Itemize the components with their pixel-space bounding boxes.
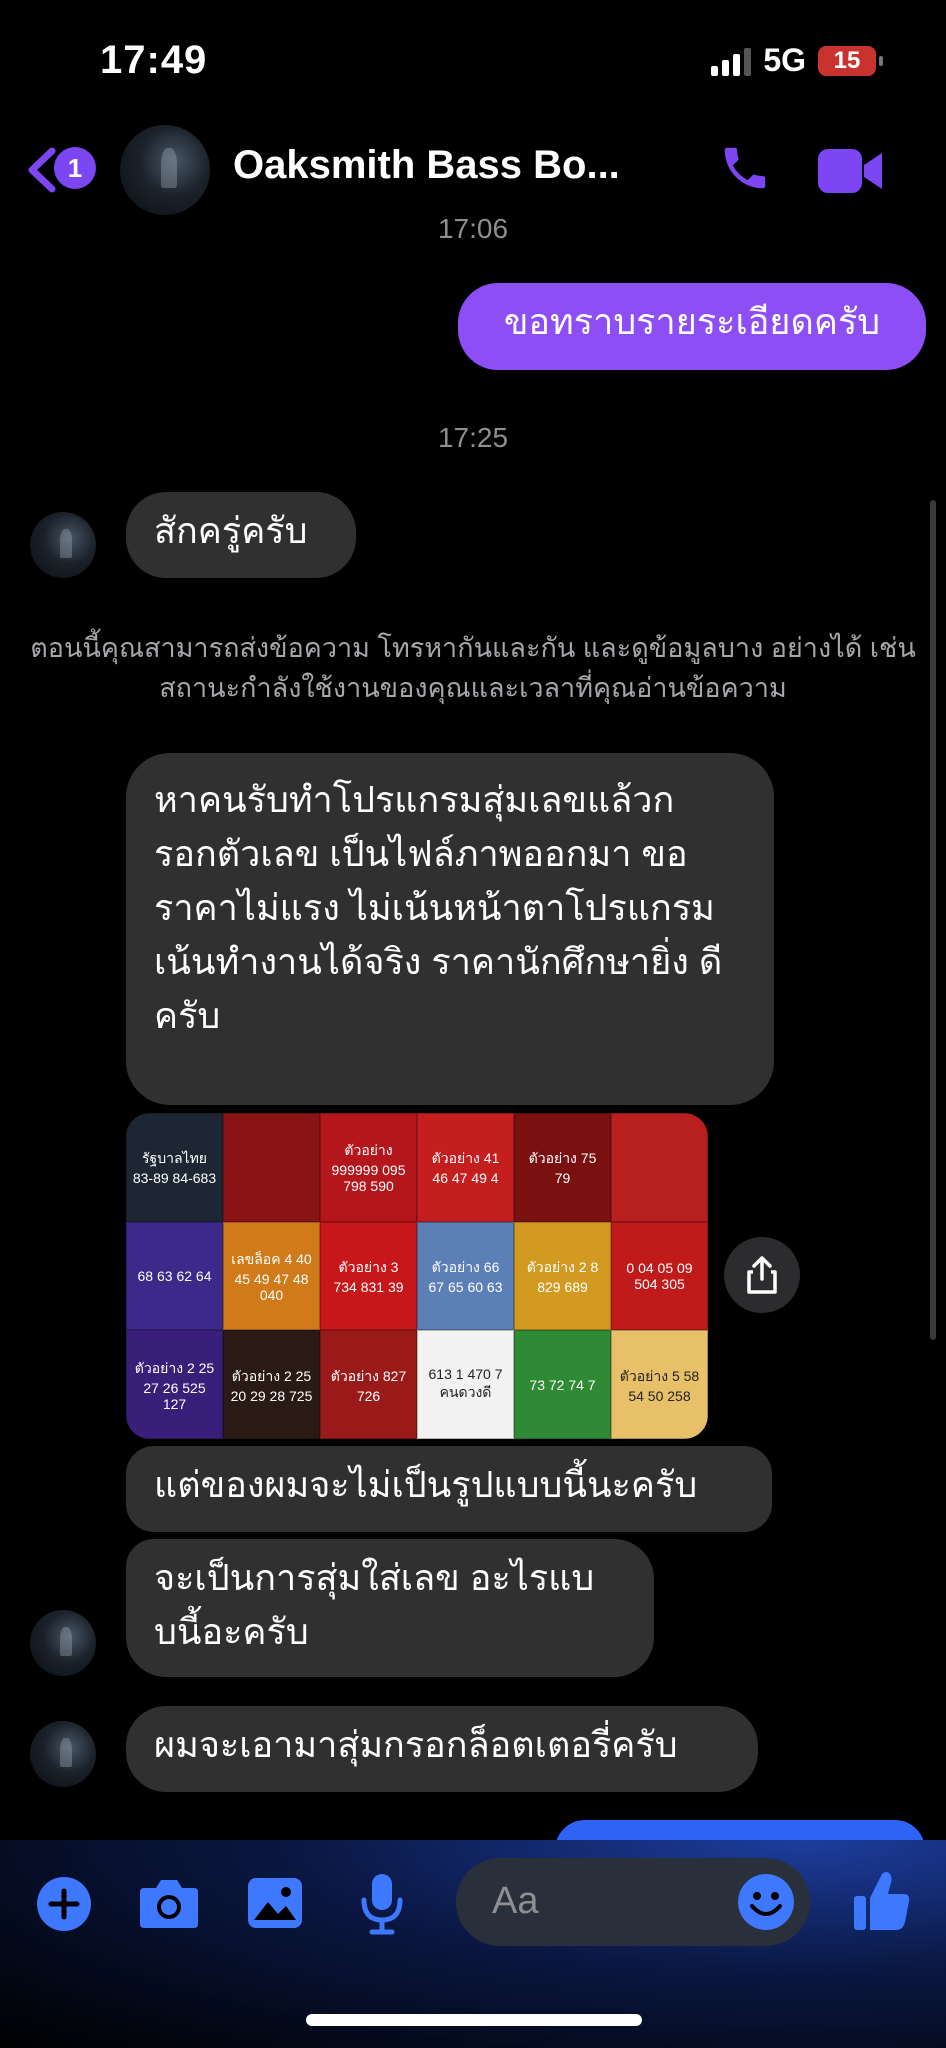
thumbs-up-icon[interactable] <box>852 1868 912 1932</box>
image-tile-text: ตัวอย่าง 5 58 54 50 258 <box>619 1367 700 1404</box>
chat-header: 1 Oaksmith Bass Bo... <box>0 115 946 225</box>
image-tile-text: ตัวอย่าง 2 8 829 689 <box>526 1258 599 1295</box>
incoming-message[interactable]: ผมจะเอามาสุ่มกรอกล็อตเตอรี่ครับ <box>126 1706 758 1792</box>
image-tile-text: รัฐบาลไทย 83-89 84-683 <box>132 1150 217 1187</box>
image-tile-text: ตัวอย่าง 999999 095 798 590 <box>331 1142 406 1195</box>
sender-avatar[interactable] <box>30 1610 96 1676</box>
sender-avatar[interactable] <box>30 512 96 578</box>
status-indicators: 5G 15 <box>711 42 883 79</box>
image-tile: ตัวอย่าง 999999 095 798 590 <box>320 1113 417 1222</box>
contact-avatar[interactable] <box>120 125 210 215</box>
timestamp: 17:06 <box>437 213 509 244</box>
incoming-message[interactable]: จะเป็นการสุ่มใส่เลข อะไรแบ บนี้อะครับ <box>126 1539 654 1677</box>
timestamp: 17:25 <box>437 422 509 453</box>
image-tile-text <box>268 1163 276 1171</box>
sender-avatar[interactable] <box>30 1721 96 1787</box>
image-tile: ตัวอย่าง 2 8 829 689 <box>514 1221 611 1331</box>
image-tile-text: ตัวอย่าง 827 726 <box>330 1367 407 1404</box>
incoming-message[interactable]: หาคนรับทำโปรแกรมสุ่มเลขแล้วก รอกตัวเลข เ… <box>126 753 774 1105</box>
plus-icon[interactable] <box>36 1876 92 1932</box>
incoming-message[interactable]: แต่ของผมจะไม่เป็นรูปแบบนี้นะครับ <box>126 1446 772 1532</box>
image-tile: ตัวอย่าง 75 79 <box>514 1113 611 1222</box>
image-tile <box>611 1113 708 1222</box>
image-tile-text: ตัวอย่าง 2 25 20 29 28 725 <box>230 1367 313 1404</box>
scrollbar[interactable] <box>930 500 936 1340</box>
image-tile: รัฐบาลไทย 83-89 84-683 <box>126 1113 223 1222</box>
image-tile: 0 04 05 09 504 305 <box>611 1221 708 1331</box>
unread-badge[interactable]: 1 <box>54 147 96 189</box>
camera-icon[interactable] <box>138 1876 200 1930</box>
contact-name[interactable]: Oaksmith Bass Bo... <box>233 143 620 188</box>
status-time: 17:49 <box>100 38 208 82</box>
share-icon <box>747 1256 777 1294</box>
message-input[interactable]: Aa <box>456 1858 810 1946</box>
image-tile: ตัวอย่าง 66 67 65 60 63 <box>417 1221 514 1331</box>
image-tile: ตัวอย่าง 5 58 54 50 258 <box>611 1330 708 1439</box>
incoming-message[interactable]: สักครู่ครับ <box>126 492 356 578</box>
image-tile-text: ตัวอย่าง 2 25 27 26 525 127 <box>134 1359 215 1412</box>
image-tile: เลขล็อค 4 40 45 49 47 48 040 <box>223 1221 320 1331</box>
image-tile <box>223 1113 320 1222</box>
image-tile: ตัวอย่าง 3 734 831 39 <box>320 1221 417 1331</box>
image-tile: 68 63 62 64 <box>126 1221 223 1331</box>
emoji-icon[interactable] <box>736 1872 796 1932</box>
image-tile: ตัวอย่าง 41 46 47 49 4 <box>417 1113 514 1222</box>
image-tile: ตัวอย่าง 827 726 <box>320 1330 417 1439</box>
home-indicator[interactable] <box>306 2014 642 2026</box>
image-tile-text: เลขล็อค 4 40 45 49 47 48 040 <box>231 1250 312 1303</box>
image-tile: ตัวอย่าง 2 25 20 29 28 725 <box>223 1330 320 1439</box>
outgoing-message[interactable]: ขอทราบรายระเอียดครับ <box>458 283 926 370</box>
battery-icon: 15 <box>818 45 883 76</box>
network-type: 5G <box>763 42 806 78</box>
share-button[interactable] <box>724 1237 800 1313</box>
microphone-icon[interactable] <box>360 1872 404 1936</box>
image-tile-text: ตัวอย่าง 66 67 65 60 63 <box>428 1258 503 1295</box>
image-tile: 73 72 74 7 <box>514 1330 611 1439</box>
battery-level: 15 <box>833 46 861 74</box>
info-notice: ตอนนี้คุณสามารถส่งข้อความ โทรหากันและกัน… <box>30 633 916 703</box>
image-tile-text: ตัวอย่าง 3 734 831 39 <box>333 1258 404 1295</box>
image-attachment[interactable]: รัฐบาลไทย 83-89 84-683 ตัวอย่าง 999999 09… <box>126 1113 708 1439</box>
image-tile-text: 613 1 470 7 คนดวงดี <box>428 1365 503 1400</box>
image-tile-text <box>656 1163 664 1171</box>
image-tile-text: 0 04 05 09 504 305 <box>626 1259 693 1292</box>
image-tile-text: ตัวอย่าง 41 46 47 49 4 <box>431 1150 500 1187</box>
phone-icon[interactable] <box>718 141 772 195</box>
gallery-icon[interactable] <box>246 1876 304 1930</box>
message-input-placeholder: Aa <box>492 1880 539 1922</box>
video-camera-icon[interactable] <box>818 149 884 193</box>
image-tile: 613 1 470 7 คนดวงดี <box>417 1330 514 1439</box>
image-tile-text: 73 72 74 7 <box>529 1376 596 1393</box>
image-tile-text: ตัวอย่าง 75 79 <box>528 1150 597 1187</box>
signal-icon <box>711 46 752 76</box>
image-tile-text: 68 63 62 64 <box>137 1267 212 1284</box>
image-tile: ตัวอย่าง 2 25 27 26 525 127 <box>126 1330 223 1439</box>
